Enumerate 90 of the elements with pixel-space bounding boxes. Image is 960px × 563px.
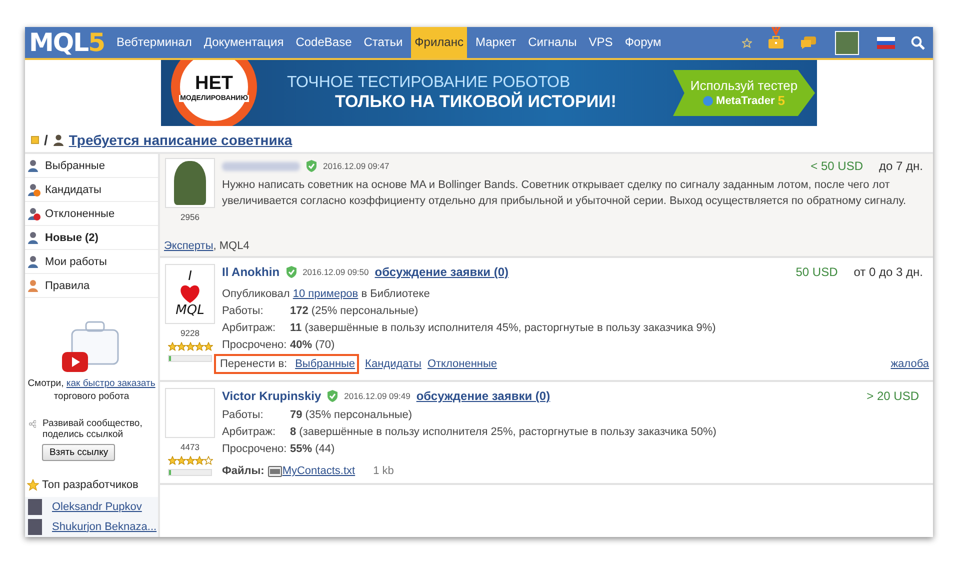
stat-label: Просрочено: [222, 339, 288, 351]
tag-text: , MQL4 [213, 240, 250, 252]
person-icon [27, 230, 41, 244]
examples-link[interactable]: 10 примеров [292, 288, 358, 300]
file-size: 1 kb [373, 465, 394, 477]
star-icon[interactable] [742, 38, 752, 48]
sidebar-item[interactable]: Отклоненные [25, 202, 158, 226]
move-link[interactable]: Выбранные [295, 358, 356, 370]
nav-tab[interactable]: Форум [620, 27, 666, 58]
order-guide-link[interactable]: как быстро заказать [66, 378, 156, 389]
nav-tab[interactable]: Документация [200, 27, 288, 58]
order-title-link[interactable]: Требуется написание советника [68, 132, 292, 148]
person-icon [27, 158, 41, 172]
share-icon [29, 418, 36, 430]
sidebar-item[interactable]: Мои работы [25, 250, 158, 274]
rating-number: 2956 [180, 212, 200, 222]
stat-value: 8 (завершённые в пользу исполнителя 25%, расторгнутые в пользу заказчика 50%) [290, 426, 716, 438]
nav-tab[interactable]: VPS [584, 27, 617, 58]
developer-avatar [28, 498, 42, 515]
nav-tab[interactable]: Сигналы [524, 27, 581, 58]
person-icon [27, 182, 41, 196]
developer-avatar [28, 518, 42, 535]
stat-value: 11 (завершённые в пользу исполнителя 45%, расторгнутые в пользу заказчика 9%) [290, 322, 716, 334]
post-date: 2016.12.09 09:50 [302, 267, 369, 277]
stat-value: 40% (70) [290, 339, 335, 351]
briefcase-icon[interactable] [768, 36, 784, 49]
verified-icon [306, 160, 317, 172]
top-developers-heading: Топ разработчиков [42, 478, 138, 491]
get-link-button[interactable]: Взять ссылку [42, 444, 116, 461]
file-icon [268, 466, 282, 476]
post-date: 2016.12.09 09:49 [344, 391, 410, 401]
avatar-placeholder [165, 388, 215, 438]
complaint-link[interactable]: жалоба [890, 358, 929, 370]
nav-tab[interactable]: Маркет [471, 27, 520, 58]
stat-label: Работы: [222, 409, 264, 421]
files-label: Файлы: [222, 465, 264, 477]
flag-icon[interactable] [877, 36, 895, 48]
stat-value: 79 (35% персональные) [290, 409, 412, 421]
stat-value: 172 (25% персональные) [290, 305, 418, 317]
promo-text: Смотри, как быстро заказать торгового робота [27, 378, 156, 404]
applicant-name[interactable]: Il Anokhin [222, 265, 280, 279]
rating-number: 9228 [180, 328, 200, 338]
chat-icon[interactable] [800, 36, 817, 49]
deadline: от 0 до 3 дн. [854, 265, 923, 279]
price: < 50 USD [810, 159, 864, 173]
search-icon[interactable] [911, 36, 925, 50]
sidebar-item[interactable]: Правила [25, 274, 158, 298]
square-icon [31, 136, 39, 144]
published-text: Опубликовал 10 примеров в Библиотеке [222, 288, 430, 300]
logo[interactable]: MQL5 [25, 28, 110, 57]
stat-label: Работы: [222, 305, 264, 317]
nav-tab[interactable]: Фриланс [410, 27, 468, 58]
order-description: Нужно написать советник на основе MA и Bollinger Bands. Советник открывает сделку по сигналу заданным лотом, после чего лот увеличивается согласно коэффициенту отдельно для прибыльной и убыточной серии. Выход осуществляется по обратному сигналу. [222, 178, 908, 209]
sidebar-item[interactable]: Выбранные [25, 154, 158, 178]
category-link[interactable]: Эксперты [164, 240, 214, 252]
person-icon [52, 134, 64, 146]
stat-label: Просрочено: [222, 443, 288, 455]
person-icon [27, 254, 41, 268]
move-link[interactable]: Кандидаты [365, 358, 422, 370]
price: 50 USD [796, 265, 838, 279]
post-date: 2016.12.09 09:47 [323, 161, 390, 171]
stat-label: Арбитраж: [222, 426, 277, 438]
rating-number: 4473 [180, 442, 200, 452]
breadcrumb-separator: / [44, 132, 48, 148]
sidebar-item[interactable]: Кандидаты [25, 178, 158, 202]
banner-headline: ТОЧНОЕ ТЕСТИРОВАНИЕ РОБОТОВ [287, 74, 572, 92]
discussion-link[interactable]: обсуждение заявки (0) [374, 265, 509, 279]
sidebar-item[interactable]: Новые (2) [25, 226, 158, 250]
star-icon [27, 478, 39, 491]
deadline: до 7 дн. [879, 159, 923, 173]
avatar-photo[interactable] [835, 30, 859, 54]
verified-icon [286, 266, 297, 278]
stat-label: Арбитраж: [222, 322, 277, 334]
discussion-link[interactable]: обсуждение заявки (0) [416, 389, 550, 403]
share-text: Развивай сообщество, поделись ссылкой [42, 418, 144, 440]
stat-value: 55% (44) [290, 443, 335, 455]
applicant-name[interactable]: Victor Krupinskiy [222, 389, 322, 403]
verified-icon [327, 390, 338, 402]
person-icon [27, 206, 41, 220]
file-link[interactable]: MyContacts.txt [282, 465, 356, 477]
nav-tab[interactable]: Статьи [360, 27, 407, 58]
move-label: Перенести в: [220, 358, 288, 370]
person-icon [27, 278, 41, 292]
nav-tab[interactable]: Вебтерминал [112, 27, 196, 58]
avatar-image: I MQL [165, 264, 215, 324]
nav-tab[interactable]: CodeBase [292, 27, 356, 58]
move-link[interactable]: Отклоненные [427, 358, 498, 370]
customer-photo [165, 158, 215, 208]
price: > 20 USD [866, 389, 919, 403]
banner-subheadline: ТОЛЬКО НА ТИКОВОЙ ИСТОРИИ! [335, 92, 616, 112]
